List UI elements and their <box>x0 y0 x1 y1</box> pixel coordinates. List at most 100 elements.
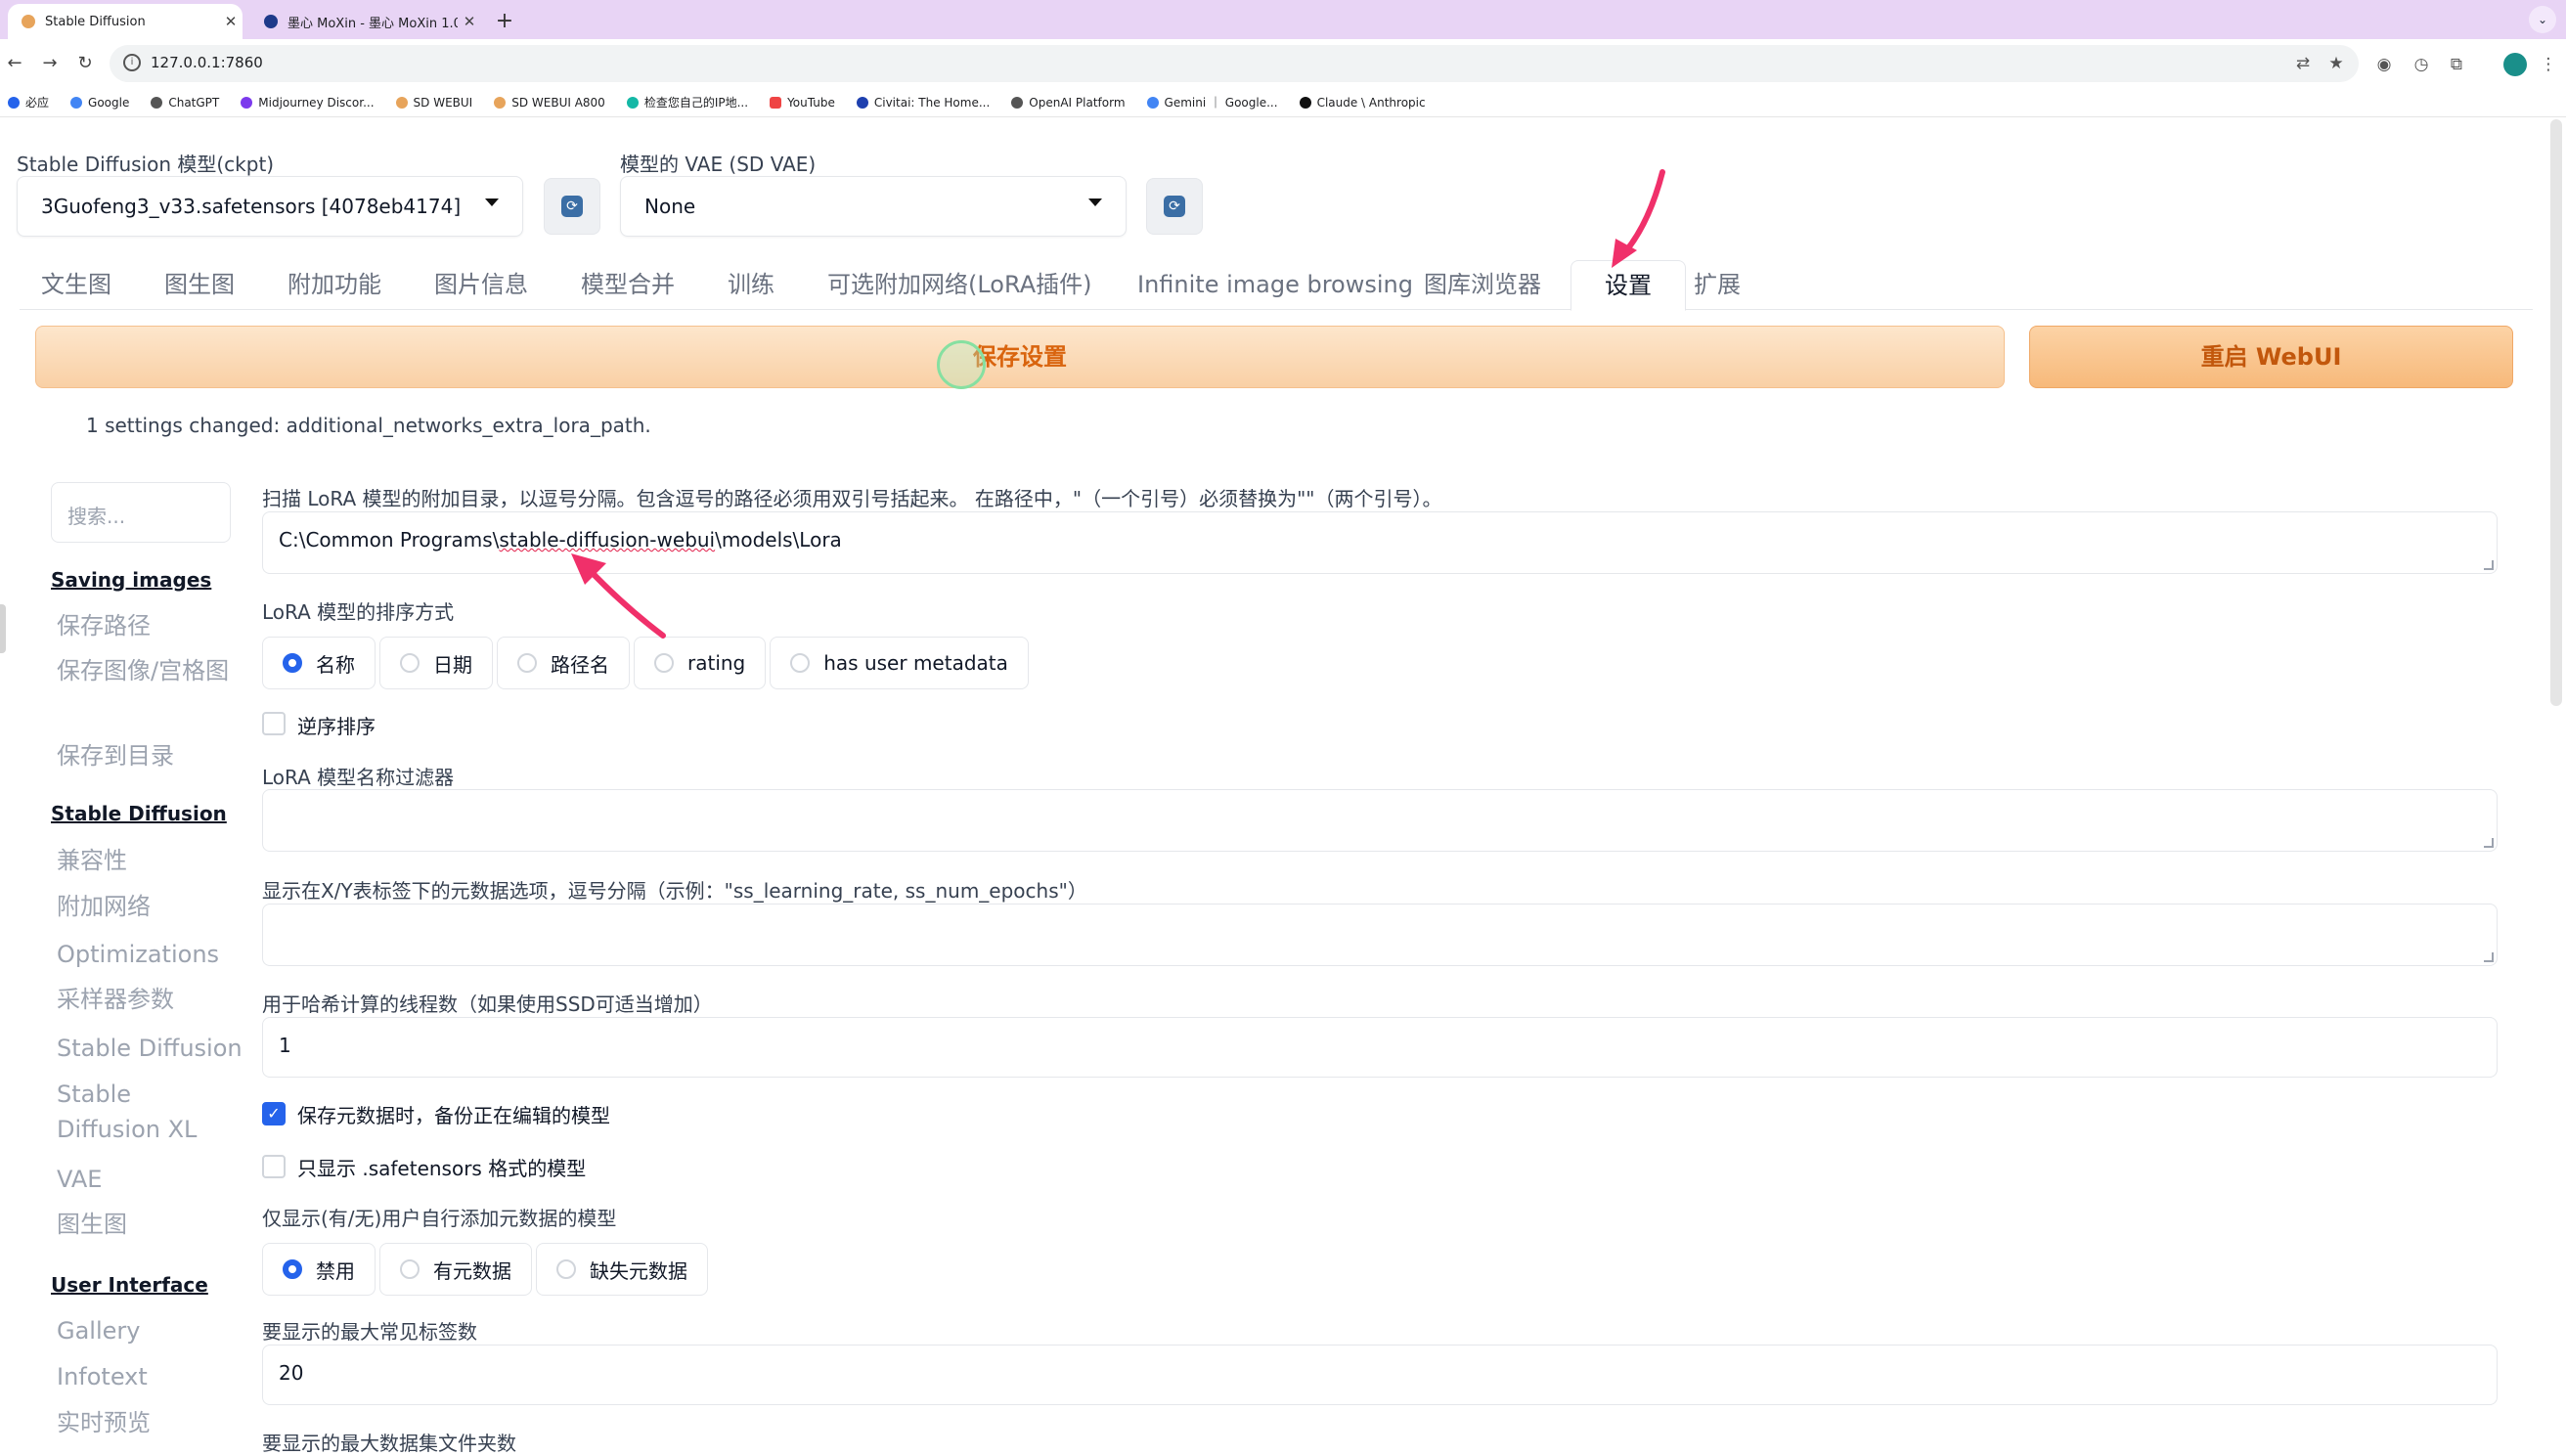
sort-option-rating[interactable]: rating <box>634 637 767 689</box>
close-tab-icon[interactable]: ✕ <box>219 13 243 30</box>
sort-option-name[interactable]: 名称 <box>262 637 376 689</box>
vae-refresh-button[interactable]: ⟳ <box>1146 178 1203 235</box>
refresh-icon: ⟳ <box>1164 196 1185 217</box>
user-metadata-radio-group: 禁用 有元数据 缺失元数据 <box>262 1243 708 1296</box>
bookmark-star-icon[interactable]: ★ <box>2325 53 2347 74</box>
sidebar-handle[interactable] <box>0 604 6 653</box>
extra-lora-path-input[interactable]: C:\Common Programs\stable-diffusion-webu… <box>262 511 2498 574</box>
new-tab-button[interactable]: + <box>489 6 520 37</box>
bookmark-claude[interactable]: Claude \ Anthropic <box>1299 96 1426 110</box>
reload-icon[interactable]: ↻ <box>70 49 100 78</box>
bookmark-openai-platform[interactable]: OpenAI Platform <box>1011 96 1126 110</box>
sort-option-date[interactable]: 日期 <box>379 637 493 689</box>
safetensors-only-label: 只显示 .safetensors 格式的模型 <box>297 1157 587 1180</box>
resize-handle-icon[interactable] <box>2484 952 2494 962</box>
sidebar-item[interactable]: VAE <box>57 1162 102 1197</box>
lora-filter-input[interactable] <box>262 789 2498 852</box>
extension-record-icon[interactable]: ◉ <box>2372 53 2396 76</box>
sidebar-section-stable-diffusion[interactable]: Stable Diffusion <box>51 802 227 825</box>
sidebar-item[interactable]: 保存到目录 <box>57 738 174 773</box>
tab-additional-networks[interactable]: 可选附加网络(LoRA插件) <box>827 260 1091 309</box>
sidebar-section-user-interface[interactable]: User Interface <box>51 1273 208 1297</box>
bookmark-sd-webui-a800[interactable]: SD WEBUI A800 <box>494 96 605 110</box>
google-icon <box>70 96 83 109</box>
tab-infinite-image-browsing[interactable]: Infinite image browsing <box>1137 260 1413 309</box>
sort-option-path[interactable]: 路径名 <box>497 637 630 689</box>
annotation-arrow-settings-icon <box>1612 169 1665 268</box>
bookmark-gemini[interactable]: Gemini ｜ Google... <box>1146 94 1278 110</box>
max-tags-value: 20 <box>279 1361 304 1385</box>
save-settings-button[interactable]: 保存设置 <box>35 326 2005 388</box>
sidebar-item[interactable]: Optimizations <box>57 937 219 972</box>
back-arrow-icon[interactable]: ← <box>0 49 29 78</box>
tab-txt2img[interactable]: 文生图 <box>41 260 111 309</box>
user-meta-option-has[interactable]: 有元数据 <box>379 1243 532 1296</box>
bookmark-sd-webui[interactable]: SD WEBUI <box>395 96 472 110</box>
bookmark-civitai[interactable]: Civitai: The Home... <box>856 96 990 110</box>
profile-avatar[interactable] <box>2503 53 2527 76</box>
sort-option-user-metadata[interactable]: has user metadata <box>770 637 1029 689</box>
radio-label: 禁用 <box>316 1258 355 1283</box>
sidebar-item[interactable]: Stable Diffusion <box>57 1031 243 1066</box>
tab-train[interactable]: 训练 <box>728 260 774 309</box>
ckpt-label: Stable Diffusion 模型(ckpt) <box>17 153 275 176</box>
tab-search-chevron-icon[interactable]: ⌄ <box>2529 6 2556 33</box>
max-tags-input[interactable]: 20 <box>262 1345 2498 1405</box>
resize-handle-icon[interactable] <box>2484 560 2494 570</box>
tab-checkpoint-merger[interactable]: 模型合并 <box>581 260 675 309</box>
bookmark-label: Gemini ｜ Google... <box>1164 96 1278 110</box>
translate-icon[interactable]: ⇄ <box>2292 53 2314 74</box>
xy-metadata-input[interactable] <box>262 904 2498 966</box>
sidebar-item[interactable]: 保存图像/宫格图 <box>57 653 233 688</box>
safetensors-only-checkbox[interactable] <box>262 1155 286 1178</box>
ckpt-refresh-button[interactable]: ⟳ <box>544 178 600 235</box>
user-metadata-filter-label: 仅显示(有/无)用户自行添加元数据的模型 <box>262 1207 617 1230</box>
tab-settings[interactable]: 设置 <box>1571 260 1686 311</box>
search-placeholder: 搜索... <box>67 505 126 528</box>
browser-tab-moxin[interactable]: 墨心 MoXin - 墨心 MoXin 1.0 | ✕ <box>250 4 481 39</box>
bookmark-google[interactable]: Google <box>70 96 129 110</box>
site-info-icon[interactable]: i <box>123 54 141 71</box>
tab-extensions[interactable]: 扩展 <box>1694 260 1741 309</box>
sidebar-item[interactable]: 保存路径 <box>57 608 151 643</box>
bookmark-midjourney[interactable]: Midjourney Discor... <box>241 96 375 110</box>
bookmark-ip-check[interactable]: 检查您自己的IP地... <box>626 94 748 110</box>
reverse-sort-checkbox[interactable] <box>262 712 286 735</box>
bookmark-chatgpt[interactable]: ChatGPT <box>151 96 219 110</box>
bookmark-youtube[interactable]: YouTube <box>770 96 835 110</box>
forward-arrow-icon[interactable]: → <box>35 49 65 78</box>
hash-threads-input[interactable]: 1 <box>262 1017 2498 1078</box>
sidebar-item[interactable]: 采样器参数 <box>57 982 174 1017</box>
vae-dropdown[interactable]: None <box>620 176 1127 237</box>
ckpt-dropdown[interactable]: 3Guofeng3_v33.safetensors [4078eb4174] <box>17 176 523 237</box>
resize-handle-icon[interactable] <box>2484 838 2494 848</box>
browser-tab-stable-diffusion[interactable]: Stable Diffusion ✕ <box>8 4 243 39</box>
bookmark-bing[interactable]: 必应 <box>8 94 49 110</box>
backup-model-checkbox[interactable]: ✓ <box>262 1102 286 1125</box>
sd-favicon-icon <box>494 96 507 109</box>
sidebar-item[interactable]: Stable Diffusion XL <box>57 1077 233 1147</box>
history-clock-icon[interactable]: ◷ <box>2410 53 2433 76</box>
more-menu-icon[interactable]: ⋮ <box>2537 53 2560 76</box>
tab-img2img[interactable]: 图生图 <box>164 260 235 309</box>
sidebar-item[interactable]: Gallery <box>57 1313 140 1348</box>
sidebar-section-saving-images[interactable]: Saving images <box>51 568 211 592</box>
tab-png-info[interactable]: 图片信息 <box>434 260 528 309</box>
sidebar-item[interactable]: 兼容性 <box>57 843 127 878</box>
close-tab-icon[interactable]: ✕ <box>458 13 481 30</box>
tab-extras[interactable]: 附加功能 <box>288 260 381 309</box>
sidebar-item[interactable]: 实时预览 <box>57 1405 151 1440</box>
civitai-icon <box>856 96 868 109</box>
sidebar-item[interactable]: 附加网络 <box>57 889 151 924</box>
restart-webui-button[interactable]: 重启 WebUI <box>2029 326 2513 388</box>
user-meta-option-missing[interactable]: 缺失元数据 <box>536 1243 708 1296</box>
url-bar[interactable]: i 127.0.0.1:7860 ⇄ ★ <box>110 45 2359 82</box>
settings-search-input[interactable]: 搜索... <box>51 482 231 543</box>
page-scrollbar[interactable] <box>2550 119 2562 706</box>
user-meta-option-disabled[interactable]: 禁用 <box>262 1243 376 1296</box>
extensions-puzzle-icon[interactable]: ⧉ <box>2445 53 2468 76</box>
path-part: \models\Lora <box>715 528 842 552</box>
sidebar-item[interactable]: Infotext <box>57 1359 148 1394</box>
tab-image-browser[interactable]: 图库浏览器 <box>1424 260 1541 309</box>
sidebar-item[interactable]: 图生图 <box>57 1207 127 1242</box>
